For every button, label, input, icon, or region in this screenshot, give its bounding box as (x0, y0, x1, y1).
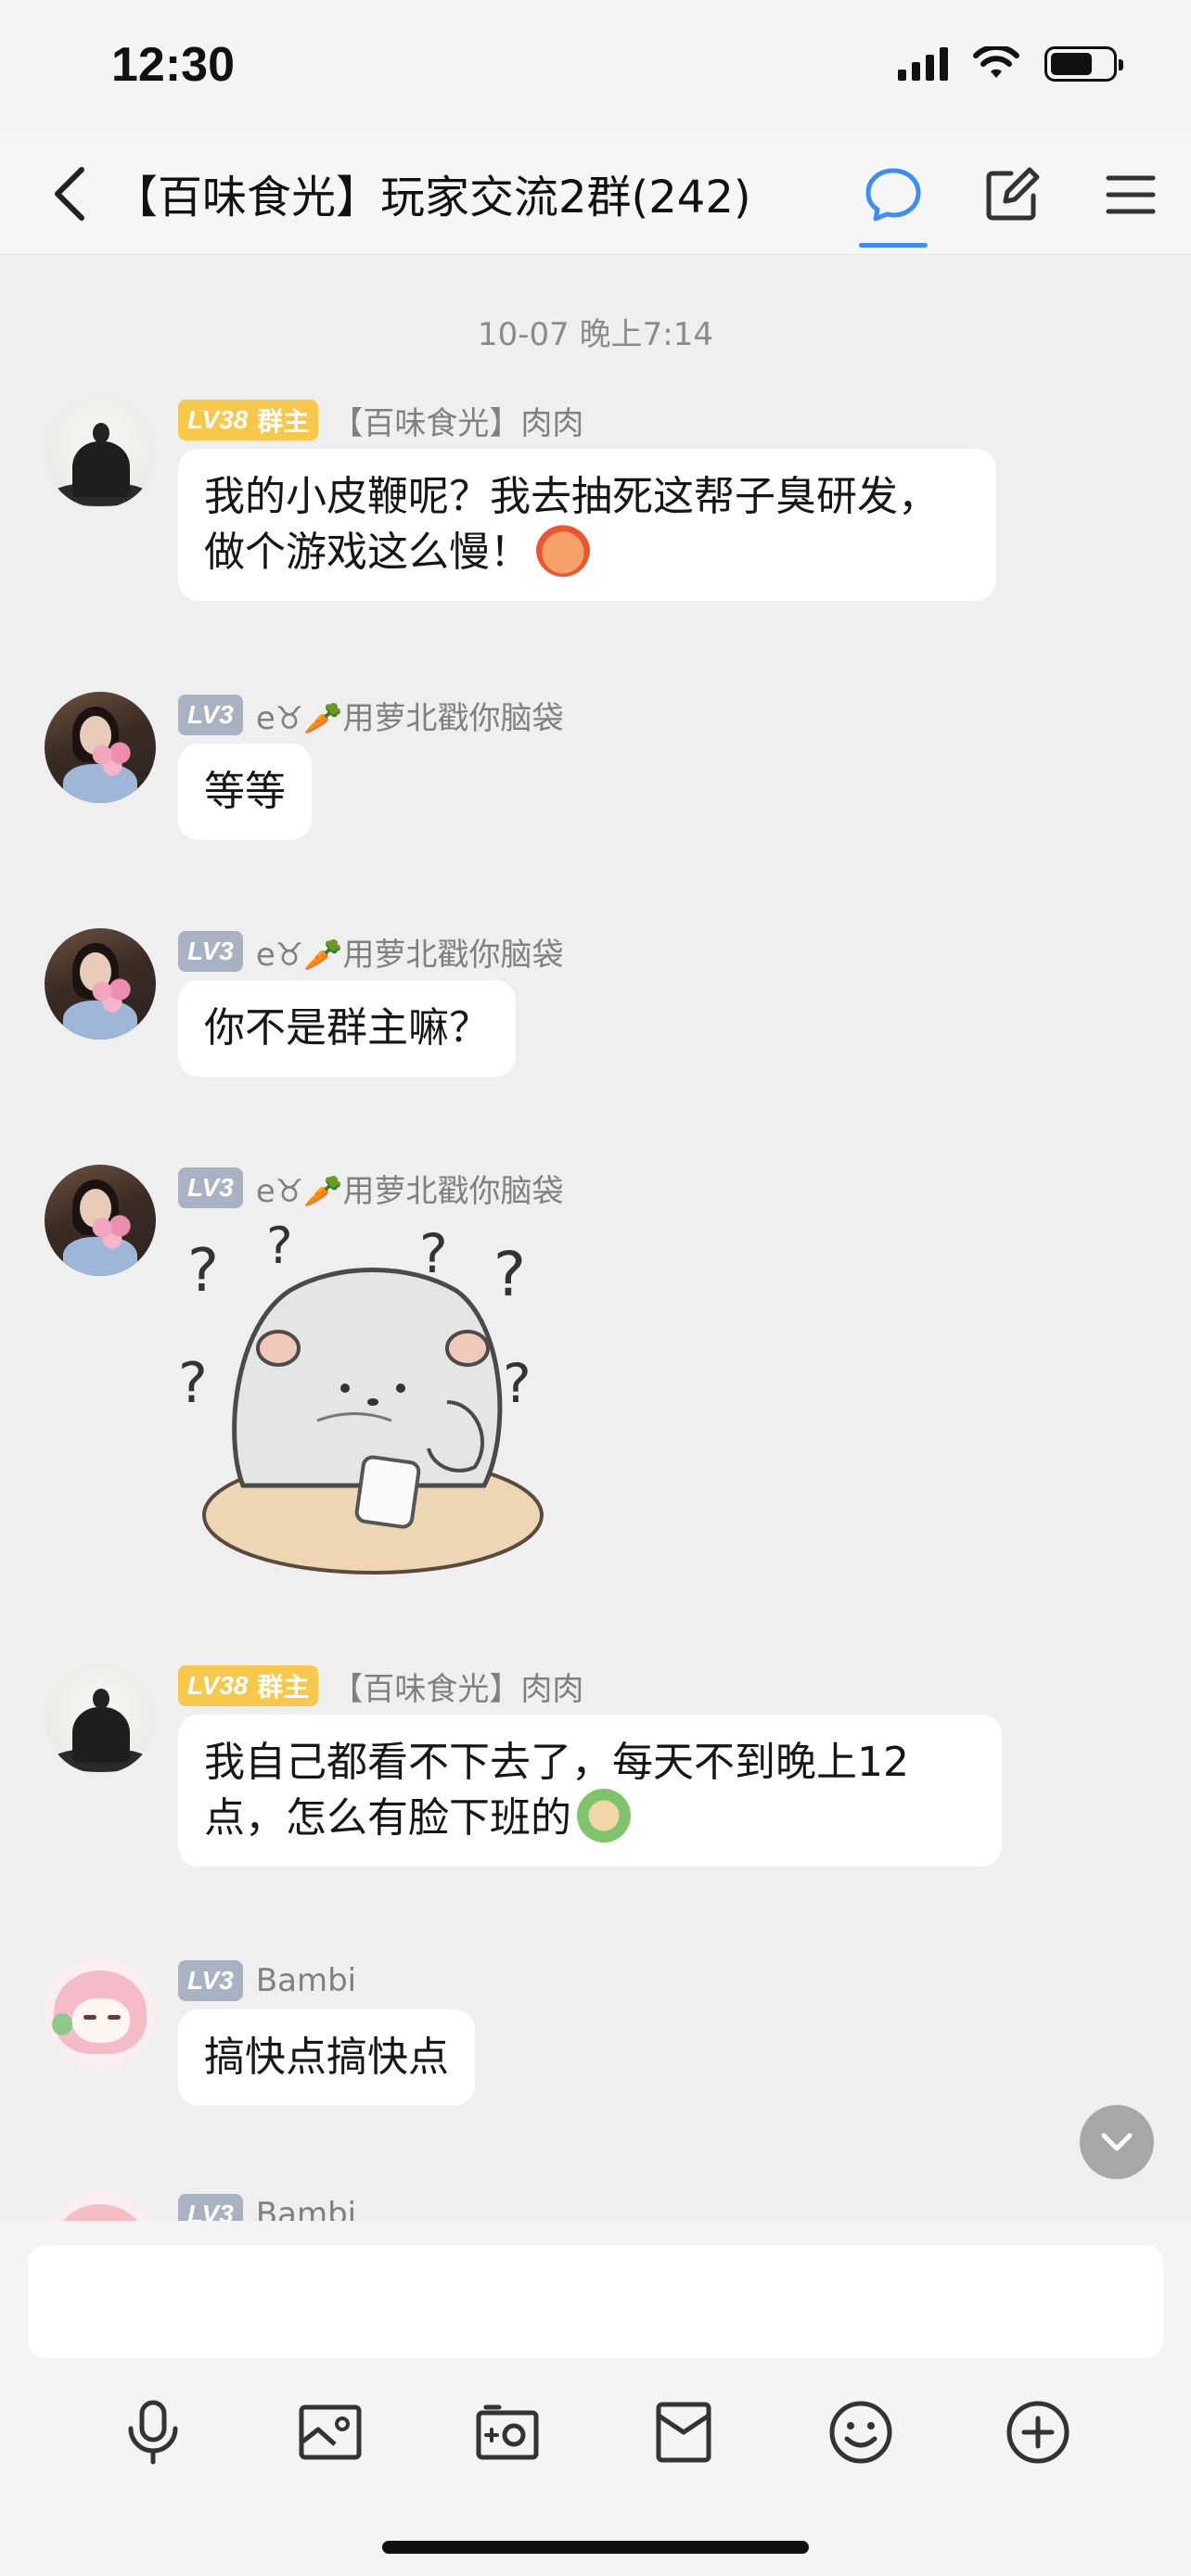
edit-icon (986, 167, 1040, 221)
composer (0, 2221, 1191, 2576)
chat-tab-button[interactable] (852, 153, 935, 248)
role-label: 群主 (257, 1672, 310, 1702)
message-bubble[interactable]: 我的小皮鞭呢？我去抽死这帮子臭研发，做个游戏这么慢！ (178, 449, 996, 601)
message-bubble[interactable]: 等等 (178, 744, 312, 840)
message-bubble[interactable]: 我自己都看不下去了，每天不到晚上12点，怎么有脸下班的 (178, 1715, 1002, 1867)
message-text: 你不是群主嘛？ (204, 1004, 490, 1052)
sender-name[interactable]: Bambi (256, 2196, 356, 2221)
svg-text:?: ? (178, 1351, 208, 1416)
red-packet-button[interactable] (639, 2388, 728, 2477)
message-text: 等等 (204, 768, 286, 815)
active-tab-indicator (859, 243, 928, 248)
level-badge: LV38 群主 (178, 400, 319, 440)
message-text: 我自己都看不下去了，每天不到晚上12点，怎么有脸下班的 (204, 1739, 909, 1842)
voice-button[interactable] (109, 2388, 198, 2477)
status-time: 12:30 (111, 38, 235, 92)
svg-text:?: ? (493, 1239, 526, 1310)
level-badge: LV3 (178, 2194, 243, 2221)
home-indicator (382, 2541, 809, 2554)
camera-button[interactable] (463, 2388, 552, 2477)
message-meta: LV3 e♉🥕用萝北戳你脑袋 (178, 693, 564, 738)
camera-icon (476, 2404, 539, 2460)
message-bubble[interactable]: 搞快点搞快点 (178, 2009, 475, 2106)
sender-name[interactable]: 【百味食光】肉肉 (331, 398, 583, 443)
composer-toolbar (0, 2388, 1191, 2480)
sender-name[interactable]: e♉🥕用萝北戳你脑袋 (256, 693, 564, 738)
message-timestamp: 10-07 晚上7:14 (478, 316, 713, 353)
plus-icon (1006, 2401, 1069, 2464)
menu-button[interactable] (1089, 153, 1172, 236)
message-bubble[interactable]: 你不是群主嘛？ (178, 980, 516, 1077)
photo-button[interactable] (286, 2388, 375, 2477)
level-badge: LV38 群主 (178, 1665, 319, 1706)
level-badge: LV3 (178, 1960, 243, 2001)
cellular-signal-icon (898, 47, 948, 81)
wifi-icon (973, 46, 1019, 78)
message-text: 搞快点搞快点 (204, 2034, 449, 2081)
svg-text:?: ? (266, 1217, 293, 1275)
level-badge: LV3 (178, 695, 243, 735)
avatar[interactable] (45, 397, 156, 508)
more-button[interactable] (993, 2388, 1082, 2477)
cabbage-emoji-icon (577, 1789, 631, 1843)
avatar[interactable] (45, 2191, 156, 2221)
edit-button[interactable] (970, 153, 1054, 236)
message-meta: LV3 Bambi (178, 1959, 356, 2002)
avatar[interactable] (45, 1165, 156, 1276)
chevron-left-icon (55, 167, 84, 221)
message-input[interactable] (28, 2245, 1163, 2358)
status-icons (898, 46, 1123, 82)
sender-name[interactable]: Bambi (256, 1962, 356, 1999)
svg-text:?: ? (187, 1237, 219, 1306)
avatar[interactable] (45, 692, 156, 803)
chevron-down-icon (1101, 2133, 1133, 2151)
confused-hamster-sticker[interactable]: ? ? ? ? ? ? (178, 1217, 568, 1606)
svg-text:?: ? (503, 1352, 531, 1415)
level-badge: LV3 (178, 931, 243, 972)
emoji-icon (829, 2401, 892, 2464)
back-button[interactable] (33, 159, 104, 229)
message-meta: LV38 群主 【百味食光】肉肉 (178, 398, 583, 443)
emoji-button[interactable] (816, 2388, 905, 2477)
role-label: 群主 (257, 406, 310, 437)
message-list[interactable]: 10-07 晚上7:14 LV38 群主 【百味食光】肉肉 我的小皮鞭呢？我去抽… (0, 253, 1191, 2221)
scroll-to-bottom-button[interactable] (1080, 2105, 1154, 2179)
level-badge: LV3 (178, 1167, 243, 1208)
avatar[interactable] (45, 1663, 156, 1774)
image-icon (299, 2404, 362, 2460)
red-packet-icon (656, 2402, 711, 2463)
sender-name[interactable]: e♉🥕用萝北戳你脑袋 (256, 929, 564, 975)
message-meta: LV3 Bambi (178, 2193, 356, 2221)
message-meta: LV3 e♉🥕用萝北戳你脑袋 (178, 1166, 564, 1211)
status-bar: 12:30 (0, 0, 1191, 134)
avatar[interactable] (45, 928, 156, 1039)
svg-text:?: ? (419, 1222, 448, 1285)
battery-icon (1044, 46, 1123, 82)
microphone-icon (128, 2400, 178, 2465)
avatar[interactable] (45, 1958, 156, 2069)
sender-name[interactable]: e♉🥕用萝北戳你脑袋 (256, 1166, 564, 1211)
chat-header: 【百味食光】玩家交流2群(242) (0, 134, 1191, 253)
message-meta: LV3 e♉🥕用萝北戳你脑袋 (178, 929, 564, 975)
angry-emoji-icon (536, 523, 590, 577)
chat-bubble-icon (865, 168, 921, 222)
sender-name[interactable]: 【百味食光】肉肉 (331, 1664, 583, 1709)
chat-title: 【百味食光】玩家交流2群(242) (113, 172, 751, 223)
menu-icon (1106, 175, 1156, 214)
message-meta: LV38 群主 【百味食光】肉肉 (178, 1664, 583, 1709)
header-actions (852, 153, 1172, 248)
